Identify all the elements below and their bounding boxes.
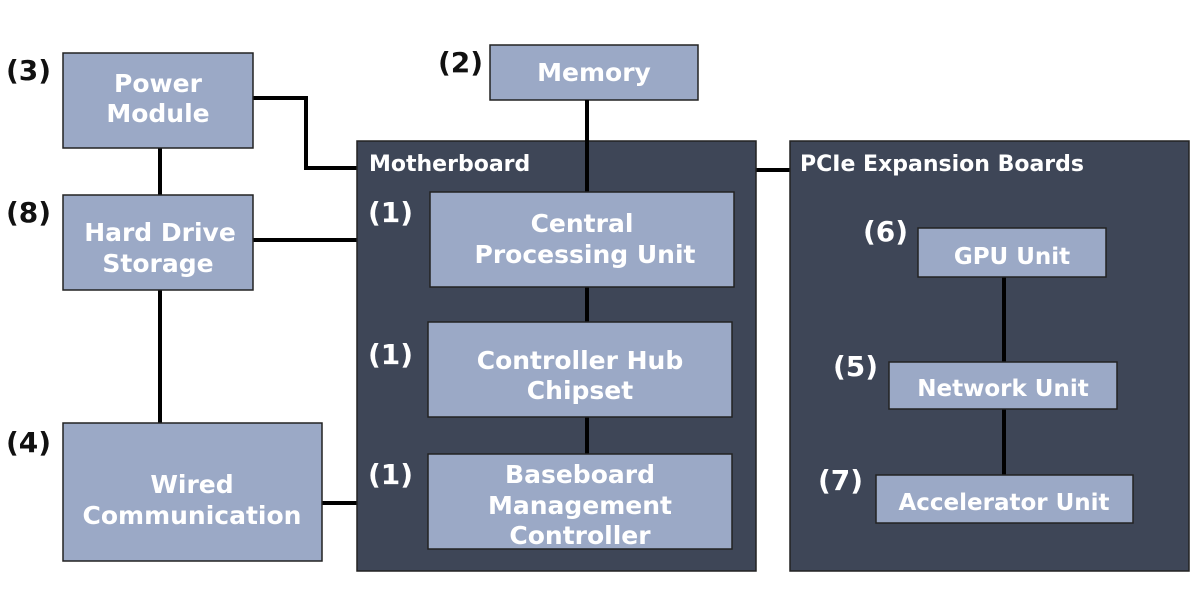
accelerator-label: Accelerator Unit (898, 490, 1109, 516)
storage-tag: (8) (6, 196, 51, 229)
hub-tag: (1) (368, 338, 413, 371)
memory-tag: (2) (438, 46, 483, 79)
memory-label: Memory (537, 58, 651, 87)
bmc-label-3: Controller (509, 521, 651, 550)
wired-label-1: Wired (150, 470, 233, 499)
gpu-tag: (6) (863, 215, 908, 248)
cpu-label-2: Processing Unit (475, 240, 696, 269)
bmc-label-1: Baseboard (505, 460, 655, 489)
hub-label-2: Chipset (527, 376, 633, 405)
network-tag: (5) (833, 350, 878, 383)
power-module-label-2: Module (106, 99, 209, 128)
storage-label-1: Hard Drive (84, 218, 236, 247)
cpu-tag: (1) (368, 196, 413, 229)
bmc-tag: (1) (368, 458, 413, 491)
wired-label-2: Communication (83, 501, 302, 530)
network-label: Network Unit (917, 376, 1088, 402)
motherboard-title: Motherboard (369, 152, 530, 177)
power-module-tag: (3) (6, 54, 51, 87)
power-module-label-1: Power (114, 69, 203, 98)
hub-label-1: Controller Hub (477, 346, 684, 375)
cpu-label-1: Central (531, 209, 634, 238)
gpu-label: GPU Unit (954, 244, 1070, 270)
storage-label-2: Storage (102, 249, 213, 278)
pcie-title: PCIe Expansion Boards (800, 152, 1084, 177)
wired-tag: (4) (6, 426, 51, 459)
power-motherboard-connector (253, 96, 358, 170)
system-block-diagram: Power Module (3) Hard Drive Storage (8) … (6, 44, 1190, 572)
accelerator-tag: (7) (818, 464, 863, 497)
bmc-label-2: Management (488, 491, 672, 520)
